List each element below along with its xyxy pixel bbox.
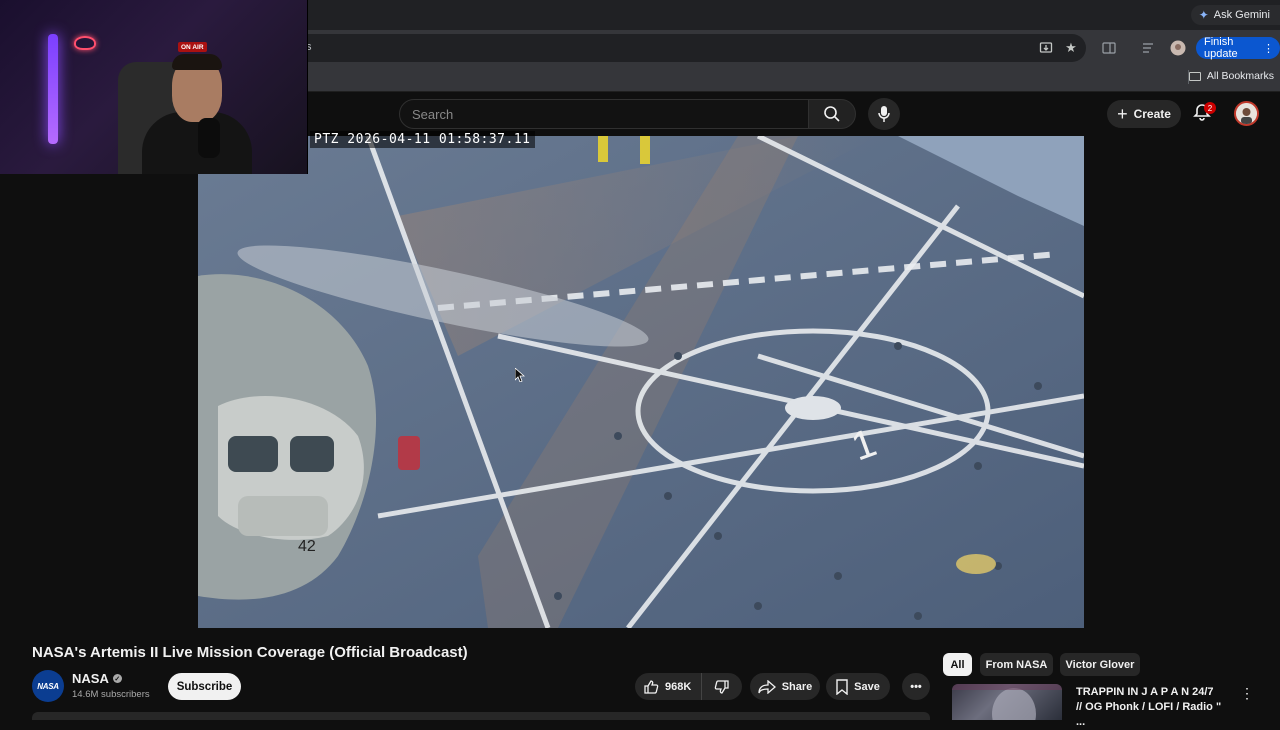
finish-update-button[interactable]: Finish update ⋮ bbox=[1196, 36, 1280, 60]
recommendation-title-line1: TRAPPIN IN J A P A N 24/7 bbox=[1076, 686, 1214, 698]
recommendation-thumbnail[interactable] bbox=[952, 684, 1062, 720]
profile-avatar-icon[interactable] bbox=[1170, 40, 1186, 56]
reader-mode-icon[interactable] bbox=[1101, 40, 1117, 56]
folder-icon bbox=[1188, 71, 1201, 81]
search-icon bbox=[824, 106, 840, 122]
chip-all[interactable]: All bbox=[943, 653, 972, 676]
reading-list-icon[interactable] bbox=[1141, 40, 1157, 56]
recommendation-title-line2: // OG Phonk / LOFI / Radio " ... bbox=[1076, 701, 1222, 728]
account-avatar[interactable] bbox=[1234, 101, 1259, 126]
microphone-icon bbox=[878, 106, 890, 122]
video-frame-image: 1 42 bbox=[198, 136, 1084, 628]
create-label: Create bbox=[1133, 107, 1171, 121]
dislike-button[interactable] bbox=[702, 673, 742, 700]
share-arrow-icon bbox=[758, 679, 776, 694]
like-button[interactable]: 968K bbox=[635, 673, 703, 700]
chip-victor-glover[interactable]: Victor Glover bbox=[1060, 653, 1140, 676]
neon-light-bar bbox=[48, 34, 58, 144]
share-button[interactable]: Share bbox=[750, 673, 820, 700]
video-timestamp-overlay: PTZ 2026-04-11 01:58:37.11 bbox=[310, 131, 535, 148]
chip-from-nasa[interactable]: From NASA bbox=[980, 653, 1053, 676]
more-actions-button[interactable]: ••• bbox=[902, 673, 930, 700]
channel-name: NASA bbox=[72, 671, 109, 686]
ask-gemini-label: Ask Gemini bbox=[1213, 9, 1270, 21]
streamer-microphone bbox=[198, 118, 220, 158]
share-label: Share bbox=[781, 680, 813, 693]
install-app-icon[interactable] bbox=[1038, 40, 1054, 56]
thumbs-up-icon bbox=[644, 679, 659, 694]
all-bookmarks-button[interactable]: All Bookmarks bbox=[1188, 70, 1280, 82]
bookmark-icon bbox=[836, 678, 848, 695]
on-air-sign: ON AIR bbox=[178, 42, 207, 52]
streamer-hair bbox=[172, 54, 222, 70]
finish-update-label: Finish update bbox=[1204, 36, 1238, 60]
gemini-sparkle-icon: ✦ bbox=[1198, 8, 1209, 22]
recommendation-menu-icon[interactable]: ⋮ bbox=[1240, 686, 1254, 700]
create-button[interactable]: + Create bbox=[1107, 100, 1181, 128]
search-button[interactable] bbox=[808, 99, 856, 129]
search-input[interactable] bbox=[412, 106, 808, 122]
save-label: Save bbox=[854, 680, 880, 693]
channel-avatar[interactable]: NASA bbox=[32, 670, 64, 702]
ask-gemini-button[interactable]: ✦ Ask Gemini bbox=[1190, 5, 1280, 25]
thumbs-down-icon bbox=[714, 679, 729, 694]
neon-sign-icon bbox=[74, 36, 96, 50]
description-box[interactable] bbox=[32, 712, 930, 720]
helicopter-tail-number: 42 bbox=[298, 538, 316, 555]
all-bookmarks-label: All Bookmarks bbox=[1206, 70, 1274, 82]
subscribe-button[interactable]: Subscribe bbox=[168, 673, 241, 700]
notification-count-badge: 2 bbox=[1204, 102, 1216, 114]
plus-icon: + bbox=[1117, 104, 1128, 124]
recommendation-title[interactable]: TRAPPIN IN J A P A N 24/7 // OG Phonk / … bbox=[1076, 685, 1226, 730]
channel-avatar-logo: NASA bbox=[37, 681, 59, 691]
verified-check-icon: ✓ bbox=[112, 674, 122, 683]
more-horizontal-icon: ••• bbox=[910, 680, 922, 693]
bookmark-star-icon[interactable]: ★ bbox=[1063, 40, 1079, 56]
video-player[interactable]: 1 42 bbox=[198, 136, 1084, 628]
save-button[interactable]: Save bbox=[826, 673, 890, 700]
more-vertical-icon: ⋮ bbox=[1263, 42, 1274, 55]
mouse-cursor-icon bbox=[514, 367, 526, 387]
video-title: NASA's Artemis II Live Mission Coverage … bbox=[32, 644, 468, 661]
streamer-webcam-overlay: ON AIR bbox=[0, 0, 308, 174]
like-dislike-group: 968K bbox=[635, 673, 742, 700]
search-box bbox=[399, 99, 809, 129]
voice-search-button[interactable] bbox=[868, 98, 900, 130]
channel-name-link[interactable]: NASA ✓ bbox=[72, 671, 122, 686]
like-count: 968K bbox=[665, 680, 692, 693]
subscriber-count: 14.6M subscribers bbox=[72, 689, 150, 700]
